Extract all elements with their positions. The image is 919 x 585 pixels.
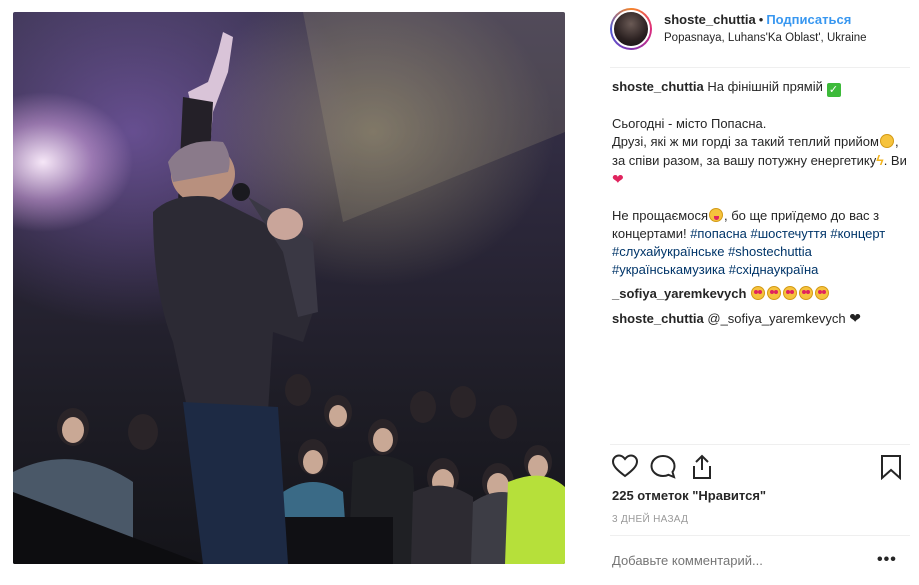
hashtag-link[interactable]: #попасна [690, 226, 747, 241]
post-timestamp[interactable]: 3 ДНЕЙ НАЗАД [612, 514, 688, 525]
caption-line2: Сьогодні - місто Попасна. [612, 116, 767, 131]
heart-eyes-face-icon [767, 286, 782, 300]
hashtag-link[interactable]: #shostechuttia [728, 244, 812, 259]
action-bar [610, 452, 910, 482]
heart-outline-icon[interactable] [612, 454, 638, 478]
hashtag-link[interactable]: #концерт [830, 226, 885, 241]
caption-line3c: . Ви [883, 153, 907, 168]
comment-item: _sofiya_yaremkevych [612, 285, 912, 303]
story-ring[interactable] [610, 8, 652, 50]
avatar[interactable] [612, 10, 650, 48]
header-divider [610, 67, 910, 68]
header-username[interactable]: shoste_chuttia [664, 12, 756, 27]
header-text: shoste_chuttia • Подписаться Popasnaya, Lu… [664, 11, 867, 47]
add-comment-input[interactable] [612, 553, 842, 568]
concert-scene [13, 12, 565, 564]
caption-line3a: Друзі, які ж ми горді за такий теплий пр… [612, 134, 879, 149]
caption-username[interactable]: shoste_chuttia [612, 79, 704, 94]
caption-paragraph: Друзі, які ж ми горді за такий теплий пр… [612, 133, 912, 189]
comment-divider [610, 535, 910, 536]
black-heart-icon: ❤ [849, 310, 861, 326]
heart-eyes-face-icon [799, 286, 814, 300]
check-mark-icon: ✓ [826, 83, 841, 97]
caption-line4a: Не прощаємося [612, 208, 708, 223]
heart-eyes-face-icon [783, 286, 798, 300]
heart-eyes-face-icon [815, 286, 830, 300]
hashtag-link[interactable]: #східнаукраїна [729, 262, 819, 277]
comment-item: shoste_chuttia @_sofiya_yaremkevych ❤ [612, 309, 912, 328]
actions-divider [610, 444, 910, 445]
post-media-panel [0, 0, 580, 585]
comment-username[interactable]: _sofiya_yaremkevych [612, 286, 746, 301]
post-photo[interactable] [13, 12, 565, 564]
red-heart-icon: ❤ [612, 171, 624, 187]
comment-username[interactable]: shoste_chuttia [612, 311, 704, 326]
heart-eyes-face-icon [751, 286, 766, 300]
caption-paragraph-2: Не прощаємося, бо ще приїдемо до вас з к… [612, 207, 912, 279]
separator-dot: • [758, 12, 764, 27]
follow-button[interactable]: Подписаться [766, 12, 851, 27]
speech-bubble-icon[interactable] [650, 454, 676, 479]
likes-count[interactable]: 225 отметок "Нравится" [612, 488, 766, 503]
comment-mention[interactable]: @_sofiya_yaremkevych [707, 311, 845, 326]
post-details-panel: shoste_chuttia • Подписаться Popasnaya, Lu… [580, 0, 919, 585]
hashtag-link[interactable]: #слухайукраїнське [612, 244, 724, 259]
smiling-face-icon [879, 134, 894, 148]
caption: shoste_chuttia На фінішній прямій ✓ Сьог… [612, 78, 912, 279]
lightning-icon: ϟ [876, 152, 884, 168]
tongue-face-icon [709, 208, 723, 222]
share-icon[interactable] [690, 454, 714, 480]
hashtag-link[interactable]: #шостечуття [751, 226, 827, 241]
bookmark-icon[interactable] [880, 454, 902, 480]
hashtag-link[interactable]: #українськамузика [612, 262, 725, 277]
caption-line1: На фінішній прямій [707, 79, 823, 94]
comments-section: shoste_chuttia На фінішній прямій ✓ Сьог… [612, 78, 912, 334]
post-header: shoste_chuttia • Подписаться Popasnaya, Lu… [610, 5, 910, 53]
more-options-button[interactable]: ••• [877, 552, 897, 568]
location-link[interactable]: Popasnaya, Luhans'Ka Oblast', Ukraine [664, 29, 867, 47]
